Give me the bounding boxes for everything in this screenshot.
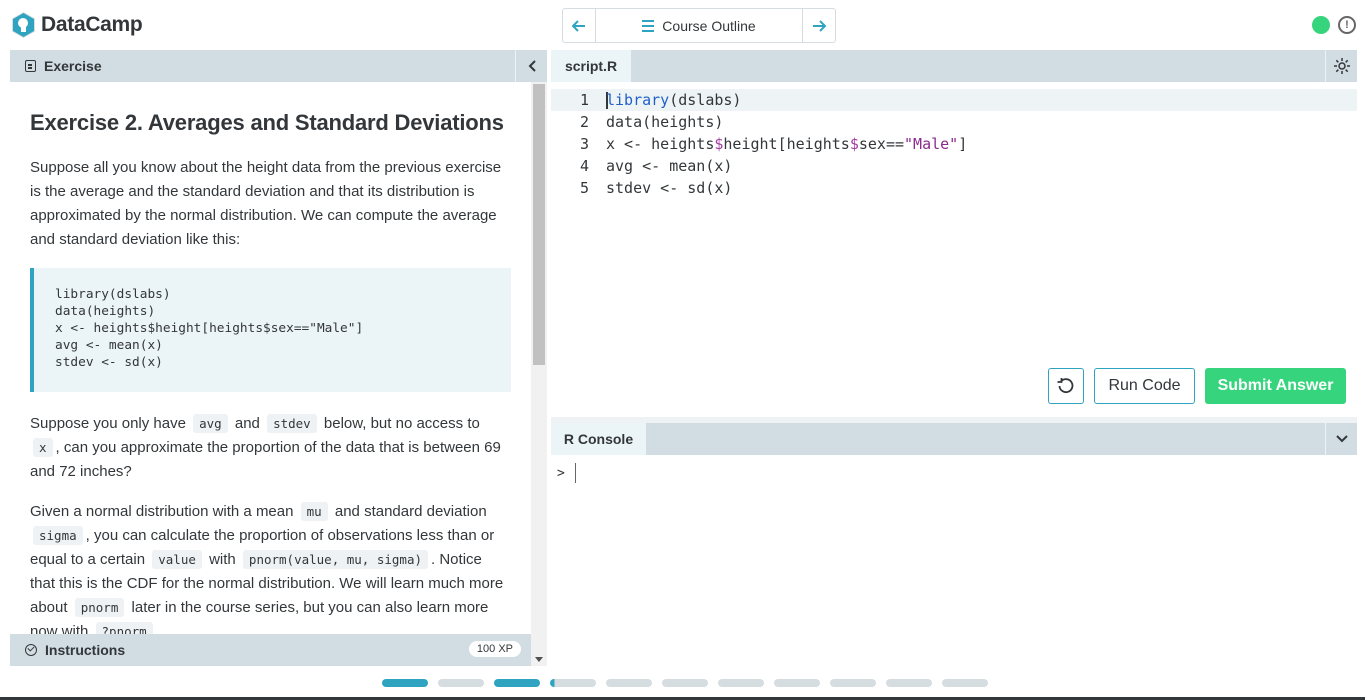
inline-code: pnorm(value, mu, sigma) xyxy=(242,550,429,569)
code-text[interactable]: x <- heights$height[heights$sex=="Male"] xyxy=(606,133,967,155)
exercise-tab-label: Exercise xyxy=(44,58,102,74)
course-outline-nav: Course Outline xyxy=(562,8,836,43)
exercise-question: Suppose you only have avg and stdev belo… xyxy=(30,414,501,480)
progress-segment[interactable] xyxy=(550,679,596,687)
course-outline-label: Course Outline xyxy=(662,17,756,34)
run-code-button[interactable]: Run Code xyxy=(1094,368,1195,404)
progress-segment[interactable] xyxy=(494,679,540,687)
exercise-panel: Exercise Exercise 2. Averages and Standa… xyxy=(10,50,547,666)
code-text[interactable]: library(dslabs) xyxy=(606,89,741,111)
console-input[interactable]: > xyxy=(557,462,576,484)
check-circle-icon xyxy=(25,644,37,656)
line-number: 1 xyxy=(579,91,589,109)
collapse-panel-button[interactable] xyxy=(515,50,547,82)
reset-code-button[interactable] xyxy=(1048,368,1084,404)
console-panel: R Console > xyxy=(551,423,1357,666)
code-editor-panel: script.R 1 library(dslabs) 2 data(heights) 3… xyxy=(551,50,1357,417)
code-editor[interactable]: 1 library(dslabs) 2 data(heights) 3 x <- heig… xyxy=(551,89,1357,199)
editor-settings-button[interactable] xyxy=(1325,50,1357,82)
code-text[interactable]: stdev <- sd(x) xyxy=(606,177,732,199)
editor-tab-bar: script.R xyxy=(551,50,1357,82)
progress-segment[interactable] xyxy=(438,679,484,687)
code-sample: library(dslabs) data(heights) x <- heigh… xyxy=(30,268,511,392)
progress-segment[interactable] xyxy=(942,679,988,687)
inline-code: avg xyxy=(193,414,228,433)
progress-segment[interactable] xyxy=(662,679,708,687)
exercise-content: Exercise 2. Averages and Standard Deviat… xyxy=(10,82,531,634)
inline-code: sigma xyxy=(33,526,83,545)
datacamp-logo-icon xyxy=(12,12,35,38)
code-line[interactable]: 3 x <- heights$height[heights$sex=="Male"… xyxy=(551,133,1357,155)
brand-name: DataCamp xyxy=(41,13,143,36)
chevron-down-icon xyxy=(1335,435,1348,443)
progress-segment[interactable] xyxy=(606,679,652,687)
arrow-right-icon xyxy=(813,19,826,32)
session-status-indicator xyxy=(1312,16,1330,34)
xp-badge: 100 XP xyxy=(468,641,521,657)
document-icon xyxy=(25,60,36,72)
exercise-intro: Suppose all you know about the height da… xyxy=(30,159,502,248)
inline-code: value xyxy=(152,550,202,569)
line-number: 5 xyxy=(579,179,589,197)
code-line[interactable]: 4 avg <- mean(x) xyxy=(551,155,1357,177)
console-prompt: > xyxy=(557,465,565,481)
chevron-left-icon xyxy=(528,60,536,72)
scroll-down-arrow-icon[interactable] xyxy=(535,657,543,662)
progress-segment[interactable] xyxy=(718,679,764,687)
line-number: 2 xyxy=(579,113,589,131)
progress-segment[interactable] xyxy=(830,679,876,687)
instructions-label: Instructions xyxy=(45,642,126,658)
code-line[interactable]: 5 stdev <- sd(x) xyxy=(551,177,1357,199)
exercise-scrollbar[interactable] xyxy=(531,82,547,666)
exercise-tab[interactable]: Exercise xyxy=(10,50,547,82)
brightness-icon xyxy=(1333,58,1350,74)
inline-code: x xyxy=(33,438,53,457)
course-progress xyxy=(382,679,988,687)
progress-segment[interactable] xyxy=(382,679,428,687)
course-outline-button[interactable]: Course Outline xyxy=(596,9,802,42)
progress-segment[interactable] xyxy=(774,679,820,687)
previous-exercise-button[interactable] xyxy=(563,9,596,42)
scrollbar-thumb[interactable] xyxy=(533,84,545,365)
exercise-title: Exercise 2. Averages and Standard Deviat… xyxy=(30,110,504,135)
console-collapse-button[interactable] xyxy=(1325,423,1357,455)
console-caret xyxy=(574,463,576,483)
inline-code: stdev xyxy=(267,414,317,433)
next-exercise-button[interactable] xyxy=(802,9,835,42)
line-number: 3 xyxy=(579,135,589,153)
inline-code: ?pnorm xyxy=(95,622,153,634)
line-number: 4 xyxy=(579,157,589,175)
inline-code: mu xyxy=(300,502,328,521)
exercise-hint: Given a normal distribution with a mean … xyxy=(30,500,511,634)
instructions-toggle[interactable]: Instructions 100 XP xyxy=(10,634,531,666)
code-text[interactable]: data(heights) xyxy=(606,111,723,133)
alert-icon[interactable]: ! xyxy=(1338,16,1356,34)
progress-segment[interactable] xyxy=(886,679,932,687)
console-tab-bar: R Console xyxy=(551,423,1357,455)
inline-code: pnorm xyxy=(74,598,125,617)
arrow-left-icon xyxy=(572,19,585,32)
reset-icon xyxy=(1057,378,1074,394)
tab-r-console[interactable]: R Console xyxy=(551,423,646,455)
submit-answer-button[interactable]: Submit Answer xyxy=(1205,368,1346,404)
menu-icon xyxy=(642,19,655,32)
code-text[interactable]: avg <- mean(x) xyxy=(606,155,732,177)
code-line[interactable]: 1 library(dslabs) xyxy=(551,89,1357,111)
tab-script-r[interactable]: script.R xyxy=(551,50,631,82)
datacamp-logo[interactable]: DataCamp xyxy=(10,10,143,40)
code-line[interactable]: 2 data(heights) xyxy=(551,111,1357,133)
top-bar: DataCamp Course Outline ! xyxy=(0,0,1365,50)
